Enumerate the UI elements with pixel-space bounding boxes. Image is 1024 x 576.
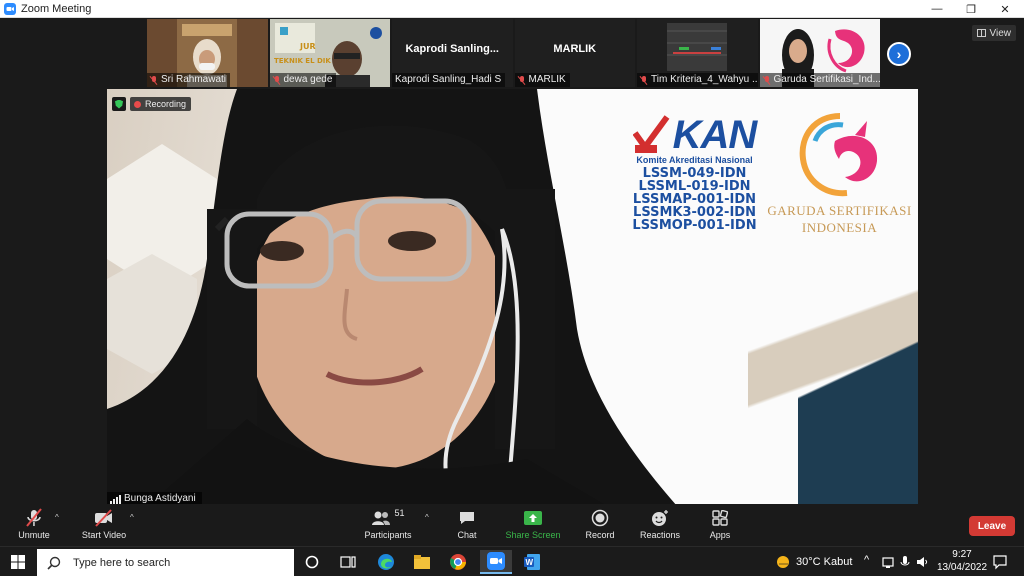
participant-name: Garuda Sertifikasi_Ind... xyxy=(759,73,880,87)
view-button[interactable]: View xyxy=(971,25,1016,41)
task-view-button[interactable] xyxy=(334,550,362,574)
taskbar-file-explorer[interactable] xyxy=(408,550,436,574)
mic-muted-icon xyxy=(518,75,526,85)
video-off-icon xyxy=(93,508,115,528)
mic-muted-icon xyxy=(150,75,158,85)
participant-tile[interactable]: Sri Rahmawati xyxy=(147,19,268,87)
cortana-button[interactable] xyxy=(298,550,326,574)
grid-view-icon xyxy=(976,29,986,37)
chat-button[interactable]: Chat xyxy=(451,508,483,544)
zoom-icon xyxy=(487,552,505,570)
view-button-label: View xyxy=(989,27,1012,39)
reactions-button[interactable]: Reactions xyxy=(638,508,682,544)
windows-logo-icon xyxy=(11,555,25,569)
participant-display-name: Kaprodi Sanling... xyxy=(405,43,499,55)
restore-icon: ❐ xyxy=(966,3,976,16)
close-icon: ✕ xyxy=(1000,3,1010,16)
mic-muted-icon xyxy=(273,75,281,85)
record-button[interactable]: Record xyxy=(583,508,617,544)
meeting-toolbar: Unmute ^ Start Video ^ 51 Participants ^… xyxy=(0,504,1024,546)
task-view-icon xyxy=(340,556,356,568)
recording-badge[interactable]: Recording xyxy=(130,97,192,111)
minimize-button[interactable]: — xyxy=(920,0,954,18)
participants-icon: 51 xyxy=(371,508,405,528)
participant-name: MARLIK xyxy=(514,73,570,87)
smile-plus-icon xyxy=(650,508,670,528)
participant-tile[interactable]: JUR TEKNIK EL DIK dewa gede xyxy=(269,19,390,87)
chat-icon xyxy=(458,508,476,528)
taskbar-chrome[interactable] xyxy=(444,550,472,574)
windows-taskbar: Type here to search W 30°C Kabut ^ 9:27 … xyxy=(0,546,1024,576)
recording-dot-icon xyxy=(134,100,141,108)
mic-muted-icon xyxy=(640,75,648,85)
apps-button[interactable]: Apps xyxy=(704,508,736,544)
participant-name: Kaprodi Sanling_Hadi S xyxy=(392,73,506,87)
mic-muted-icon xyxy=(763,75,771,85)
restore-button[interactable]: ❐ xyxy=(954,0,988,18)
search-placeholder: Type here to search xyxy=(73,556,171,569)
participant-tile[interactable]: Garuda Sertifikasi_Ind... xyxy=(759,19,880,87)
apps-icon xyxy=(712,508,728,528)
weather-sun-icon xyxy=(777,556,789,568)
recording-indicator: Recording xyxy=(112,96,192,112)
notifications-icon[interactable] xyxy=(992,554,1008,570)
participant-tile[interactable]: MARLIK MARLIK xyxy=(514,19,635,87)
video-options-caret-icon[interactable]: ^ xyxy=(130,513,134,522)
title-bar: Zoom Meeting xyxy=(0,0,1024,18)
participant-display-name: MARLIK xyxy=(553,43,597,55)
record-icon xyxy=(591,508,609,528)
taskbar-word[interactable]: W xyxy=(518,550,546,574)
svg-text:W: W xyxy=(526,558,534,567)
main-video: KAN Komite Akreditasi Nasional LSSM-049-… xyxy=(107,89,918,506)
participant-name: dewa gede xyxy=(269,73,337,87)
microphone-icon[interactable] xyxy=(898,555,912,569)
participant-name: Tim Kriteria_4_Wahyu ... xyxy=(637,73,758,87)
weather-text[interactable]: 30°C Kabut xyxy=(796,556,852,568)
windows-start-button[interactable] xyxy=(4,550,32,574)
chrome-icon xyxy=(450,554,466,570)
encryption-shield-icon[interactable] xyxy=(112,97,126,111)
participants-count: 51 xyxy=(394,508,405,518)
participants-options-caret-icon[interactable]: ^ xyxy=(425,513,429,522)
clock-date[interactable]: 13/04/2022 xyxy=(936,562,988,573)
folder-icon xyxy=(414,555,430,569)
clock-time[interactable]: 9:27 xyxy=(944,549,980,560)
search-icon xyxy=(47,556,61,570)
close-button[interactable]: ✕ xyxy=(988,0,1022,18)
window-title: Zoom Meeting xyxy=(21,2,92,15)
chevron-up-icon[interactable]: ^ xyxy=(864,554,869,566)
participant-tile[interactable]: Kaprodi Sanling... Kaprodi Sanling_Hadi … xyxy=(392,19,513,87)
share-screen-icon xyxy=(523,508,543,528)
participant-strip: Sri Rahmawati JUR TEKNIK EL DIK dewa ged… xyxy=(147,19,880,87)
speaker-icon[interactable] xyxy=(915,555,929,569)
audio-options-caret-icon[interactable]: ^ xyxy=(55,513,59,522)
participant-tile[interactable]: Tim Kriteria_4_Wahyu ... xyxy=(637,19,758,87)
mic-muted-icon xyxy=(25,508,43,528)
taskbar-search-input[interactable]: Type here to search xyxy=(37,549,294,576)
taskbar-edge[interactable] xyxy=(372,550,400,574)
minimize-icon: — xyxy=(931,3,943,15)
word-icon: W xyxy=(524,554,540,570)
participants-button[interactable]: 51 Participants xyxy=(364,508,412,544)
recording-label: Recording xyxy=(145,99,187,109)
leave-button[interactable]: Leave xyxy=(969,516,1015,536)
signal-bars-icon xyxy=(110,494,121,504)
share-screen-button[interactable]: Share Screen xyxy=(504,508,562,544)
next-page-button[interactable]: › xyxy=(887,42,911,66)
edge-icon xyxy=(378,554,394,570)
svg-text:JUR: JUR xyxy=(299,42,316,51)
start-video-button[interactable]: Start Video xyxy=(80,508,128,544)
cortana-circle-icon xyxy=(305,555,319,569)
svg-text:TEKNIK EL DIK: TEKNIK EL DIK xyxy=(274,57,331,65)
speaker-video xyxy=(107,89,677,506)
chevron-right-icon: › xyxy=(896,46,902,62)
zoom-app-icon xyxy=(4,2,16,15)
unmute-button[interactable]: Unmute xyxy=(14,508,54,544)
participant-name: Sri Rahmawati xyxy=(147,73,231,87)
taskbar-zoom[interactable] xyxy=(480,550,512,574)
network-icon[interactable] xyxy=(881,555,895,569)
